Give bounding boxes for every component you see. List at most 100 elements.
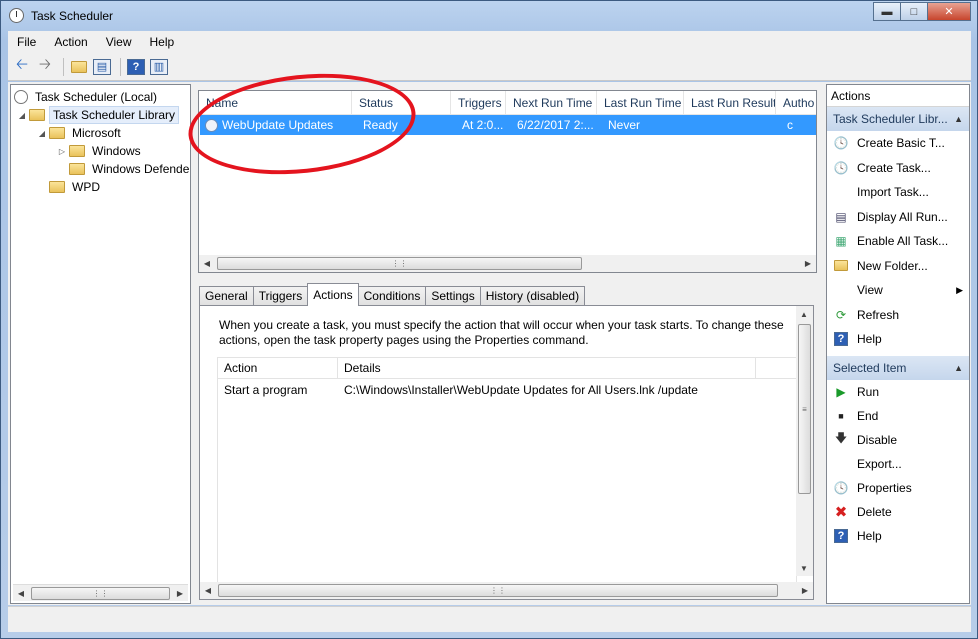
tree-item-local[interactable]: Task Scheduler (Local) (14, 88, 160, 106)
scroll-left-icon[interactable]: ◀ (13, 585, 29, 601)
action-disable[interactable]: 🡇 Disable (827, 428, 969, 452)
tree-item-wpd[interactable]: WPD (49, 178, 103, 196)
tab-conditions[interactable]: Conditions (357, 286, 427, 306)
details-horizontal-scrollbar[interactable]: ◀ ⋮⋮ ▶ (200, 582, 813, 599)
action-label: Run (857, 384, 880, 399)
minimize-button[interactable]: ▬ (873, 2, 901, 21)
console-tree[interactable]: Task Scheduler (Local) ◢ Task Scheduler … (10, 84, 191, 604)
help-icon[interactable]: ? (126, 57, 146, 77)
column-action[interactable]: Action (218, 358, 338, 378)
scroll-thumb[interactable]: ⋮⋮ (217, 257, 582, 270)
tree-item-windows[interactable]: ▷ Windows (57, 142, 144, 160)
expand-icon[interactable]: ▷ (57, 147, 67, 156)
actions-tab-content: When you create a task, you must specify… (199, 305, 814, 600)
action-export[interactable]: Export... (827, 452, 969, 476)
column-name[interactable]: Name (199, 91, 352, 115)
action-run[interactable]: ▶ Run (827, 380, 969, 404)
tree-item-library[interactable]: ◢ Task Scheduler Library (17, 106, 180, 124)
section-label: Selected Item (833, 360, 907, 375)
action-display-all-running[interactable]: ▤ Display All Run... (827, 205, 969, 230)
column-details[interactable]: Details (338, 358, 756, 378)
title-bar[interactable]: Task Scheduler ▬ □ ✕ (1, 1, 977, 31)
create-task-icon: 🕓 (833, 160, 849, 175)
tree-horizontal-scrollbar[interactable]: ◀ ⋮⋮ ▶ (13, 584, 188, 601)
collapse-icon[interactable]: ▲ (954, 107, 963, 131)
task-row[interactable]: WebUpdate Updates Ready At 2:0... 6/22/2… (200, 115, 816, 135)
action-help-selected[interactable]: ? Help (827, 524, 969, 548)
tab-actions[interactable]: Actions (307, 283, 359, 306)
up-folder-icon[interactable] (69, 57, 89, 77)
task-author: c (787, 118, 793, 132)
scroll-right-icon[interactable]: ▶ (797, 582, 813, 598)
action-view[interactable]: View ▶ (827, 278, 969, 303)
section-selected-item[interactable]: Selected Item ▲ (827, 355, 969, 380)
tab-settings[interactable]: Settings (425, 286, 481, 306)
action-end[interactable]: ■ End (827, 404, 969, 428)
forward-icon[interactable]: 🡢 (35, 56, 55, 77)
scroll-left-icon[interactable]: ◀ (200, 582, 216, 598)
action-enable-all-history[interactable]: ▦ Enable All Task... (827, 229, 969, 254)
action-import-task[interactable]: Import Task... (827, 180, 969, 205)
column-next-run-time[interactable]: Next Run Time (506, 91, 597, 115)
refresh-icon: ⟳ (835, 307, 847, 322)
action-label: Export... (857, 456, 902, 471)
actions-grid[interactable]: Action Details Start a program C:\Window… (217, 357, 797, 587)
scroll-left-icon[interactable]: ◀ (199, 255, 215, 271)
menu-help[interactable]: Help (141, 35, 184, 49)
action-label: Disable (857, 432, 898, 447)
action-delete[interactable]: ✖ Delete (827, 500, 969, 524)
tab-general[interactable]: General (199, 286, 254, 306)
section-task-scheduler-library[interactable]: Task Scheduler Libr... ▲ (827, 107, 969, 131)
task-next-run: 6/22/2017 2:... (517, 118, 594, 132)
tree-item-label: Microsoft (72, 126, 121, 140)
show-hide-console-tree-icon[interactable]: ▤ (92, 57, 112, 77)
column-triggers[interactable]: Triggers (451, 91, 506, 115)
action-properties[interactable]: 🕓 Properties (827, 476, 969, 500)
action-refresh[interactable]: ⟳ Refresh (827, 303, 969, 328)
action-create-basic-task[interactable]: 🕓 Create Basic T... (827, 131, 969, 156)
action-row[interactable]: Start a program C:\Windows\Installer\Web… (218, 379, 796, 401)
action-label: Help (857, 332, 882, 347)
task-list-horizontal-scrollbar[interactable]: ◀ ⋮⋮ ▶ (199, 255, 816, 272)
scroll-up-icon[interactable]: ▲ (796, 306, 812, 322)
scroll-thumb[interactable]: ≡ (798, 324, 811, 494)
action-type: Start a program (224, 383, 308, 397)
task-details: General Triggers Actions Conditions Sett… (198, 280, 817, 600)
tree-item-microsoft[interactable]: ◢ Microsoft (37, 124, 124, 142)
show-hide-action-pane-icon[interactable]: ▥ (149, 57, 169, 77)
action-new-folder[interactable]: New Folder... (827, 254, 969, 279)
task-list[interactable]: Name Status Triggers Next Run Time Last … (198, 90, 817, 273)
submenu-arrow-icon: ▶ (956, 284, 963, 295)
menu-view[interactable]: View (97, 35, 141, 49)
enable-history-icon: ▦ (835, 234, 847, 249)
close-button[interactable]: ✕ (927, 2, 971, 21)
tree-item-windows-defender[interactable]: Windows Defende (69, 160, 192, 178)
toolbar-separator (120, 57, 121, 76)
collapse-icon[interactable]: ◢ (17, 111, 27, 120)
column-status[interactable]: Status (352, 91, 451, 115)
column-last-run-time[interactable]: Last Run Time (597, 91, 684, 115)
display-running-icon: ▤ (835, 209, 847, 224)
scroll-right-icon[interactable]: ▶ (800, 255, 816, 271)
menu-file[interactable]: File (8, 35, 45, 49)
tree-item-label: Windows Defende (92, 162, 190, 176)
action-create-task[interactable]: 🕓 Create Task... (827, 156, 969, 181)
scroll-thumb[interactable]: ⋮⋮ (218, 584, 778, 597)
new-folder-icon (833, 258, 849, 274)
collapse-icon[interactable]: ▲ (954, 356, 963, 380)
scroll-down-icon[interactable]: ▼ (796, 560, 812, 576)
scroll-thumb[interactable]: ⋮⋮ (31, 587, 170, 600)
column-last-run-result[interactable]: Last Run Result (684, 91, 776, 115)
column-author[interactable]: Autho (776, 91, 816, 115)
back-icon[interactable]: 🡠 (12, 56, 32, 77)
tab-triggers[interactable]: Triggers (252, 286, 309, 306)
collapse-icon[interactable]: ◢ (37, 129, 47, 138)
clock-icon (14, 90, 28, 104)
tab-history[interactable]: History (disabled) (479, 286, 586, 306)
scroll-right-icon[interactable]: ▶ (172, 585, 188, 601)
maximize-button[interactable]: □ (900, 2, 928, 21)
details-vertical-scrollbar[interactable]: ▲ ≡ ▼ (796, 306, 813, 576)
action-help-library[interactable]: ? Help (827, 327, 969, 352)
menu-action[interactable]: Action (45, 35, 96, 49)
run-icon: ▶ (836, 384, 846, 399)
